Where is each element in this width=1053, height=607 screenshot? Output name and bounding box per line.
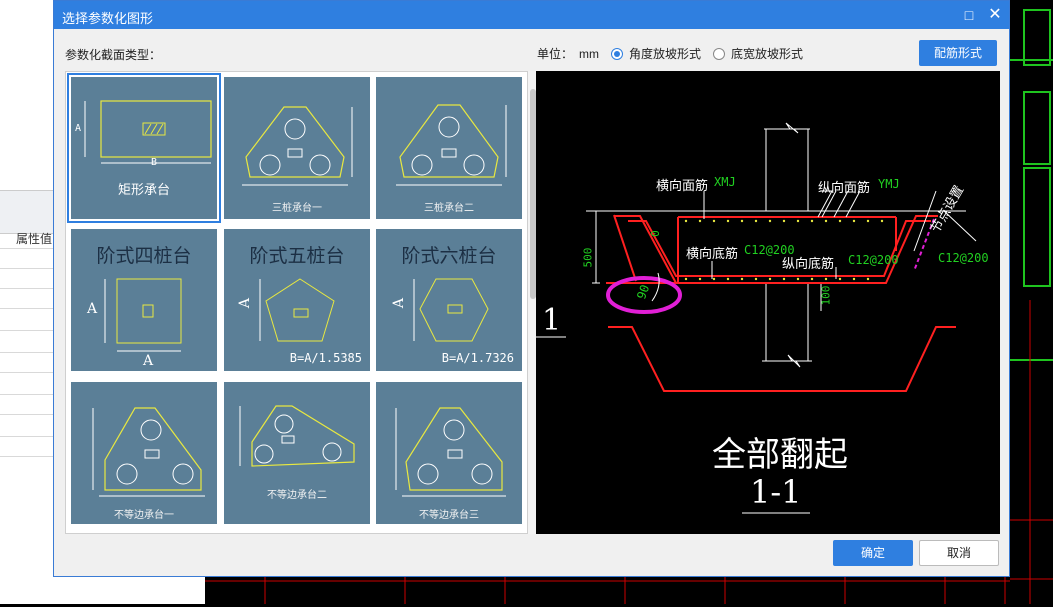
dim-a-label: A — [75, 123, 82, 134]
thumb-caption: 不等边承台一 — [114, 510, 174, 521]
dim-a-label: A — [87, 301, 98, 317]
radio-angle-slope[interactable] — [611, 47, 624, 60]
parametric-shape-dialog: 选择参数化图形 □ ✕ 参数化截面类型： 单位： mm 角度放坡形式 底宽放坡形… — [53, 0, 1010, 577]
maximize-icon[interactable]: □ — [961, 7, 977, 23]
thumb-formula: B=A/1.7326 — [441, 351, 514, 365]
thumb-unequal-2[interactable]: 不等边承台二 — [224, 382, 370, 524]
thumb-step-five-pile[interactable]: 阶式五桩台 A B=A/1.5385 — [224, 229, 370, 371]
property-header-band — [0, 190, 53, 234]
grid-line — [0, 288, 53, 289]
code-longitudinal-top: YMJ — [878, 177, 900, 191]
dim-b-label: B — [151, 157, 158, 168]
grid-line — [0, 394, 53, 395]
section-label: 1-1 — [750, 473, 802, 511]
dim-100: 100 — [819, 285, 833, 306]
unit-value: mm — [579, 46, 600, 61]
radio-width-slope[interactable] — [713, 47, 726, 60]
section-preview: 横向面筋 XMJ 纵向面筋 YMJ 横向底筋 C12@200 纵向底筋 C12@… — [536, 71, 1000, 534]
thumb-rect-cap[interactable]: A B 矩形承台 — [67, 73, 221, 223]
thumb-unequal-3[interactable]: 不等边承台三 — [376, 382, 522, 524]
background-panel: 属性值 — [0, 0, 53, 604]
cancel-button[interactable]: 取消 — [919, 540, 999, 566]
property-value-header: 属性值 — [16, 232, 53, 246]
section-type-label: 参数化截面类型： — [65, 48, 162, 62]
thumb-caption: 矩形承台 — [117, 182, 170, 197]
radio-angle-slope-label[interactable]: 角度放坡形式 — [629, 45, 701, 62]
grid-line — [0, 308, 53, 309]
thumb-formula: B=A/1.5385 — [289, 351, 362, 365]
grid-line — [0, 330, 53, 331]
dim-a-label: A — [237, 297, 254, 309]
code-right: C12@200 — [938, 251, 989, 265]
ok-button[interactable]: 确定 — [833, 540, 913, 566]
label-transverse-bottom: 横向底筋 — [686, 246, 739, 261]
cad-canvas-right[interactable] — [1010, 0, 1053, 604]
thumb-caption: 三桩承台二 — [424, 203, 474, 214]
label-transverse-top: 横向面筋 — [656, 178, 709, 193]
shape-gallery[interactable]: A B 矩形承台 三桩承台一 三桩承台二 阶式四桩台 A A 阶式五桩台 A B… — [65, 71, 528, 534]
grid-line — [0, 248, 53, 249]
main-title: 全部翻起 — [712, 435, 848, 475]
close-icon[interactable]: ✕ — [987, 7, 1003, 23]
grid-line — [0, 414, 53, 415]
code-transverse-top: XMJ — [714, 175, 736, 189]
grid-line — [0, 268, 53, 269]
label-longitudinal-bottom: 纵向底筋 — [782, 256, 835, 271]
section-mark: 1 — [542, 303, 562, 338]
thumb-step-four-pile[interactable]: 阶式四桩台 A A — [71, 229, 217, 371]
thumb-caption: 三桩承台一 — [272, 203, 322, 214]
thumb-caption: 不等边承台三 — [419, 510, 479, 521]
grid-line — [0, 352, 53, 353]
dim-500: 500 — [581, 247, 595, 268]
unit-label: 单位： — [537, 47, 574, 61]
dim-0: 0 — [648, 230, 662, 237]
thumb-three-pile-2[interactable]: 三桩承台二 — [376, 77, 522, 219]
label-longitudinal-top: 纵向面筋 — [818, 180, 871, 195]
thumb-caption: 不等边承台二 — [267, 490, 327, 501]
dim-a-label: A — [391, 297, 408, 309]
radio-width-slope-label[interactable]: 底宽放坡形式 — [731, 45, 803, 62]
background-bottom-panel — [0, 577, 205, 604]
grid-line — [0, 436, 53, 437]
dim-a-label-bottom: A — [143, 353, 154, 369]
unit-options: 单位： mm 角度放坡形式 底宽放坡形式 — [537, 45, 803, 62]
grid-line — [0, 372, 53, 373]
thumb-three-pile-1[interactable]: 三桩承台一 — [224, 77, 370, 219]
dialog-title: 选择参数化图形 — [62, 11, 154, 26]
cad-canvas-strip[interactable] — [205, 577, 1053, 604]
thumb-unequal-1[interactable]: 不等边承台一 — [71, 382, 217, 524]
code-longitudinal-bottom: C12@200 — [848, 253, 899, 267]
grid-line — [0, 456, 53, 457]
thumb-step-six-pile[interactable]: 阶式六桩台 A B=A/1.7326 — [376, 229, 522, 371]
rebar-form-button[interactable]: 配筋形式 — [919, 40, 997, 66]
dialog-titlebar[interactable]: 选择参数化图形 □ ✕ — [54, 1, 1009, 29]
